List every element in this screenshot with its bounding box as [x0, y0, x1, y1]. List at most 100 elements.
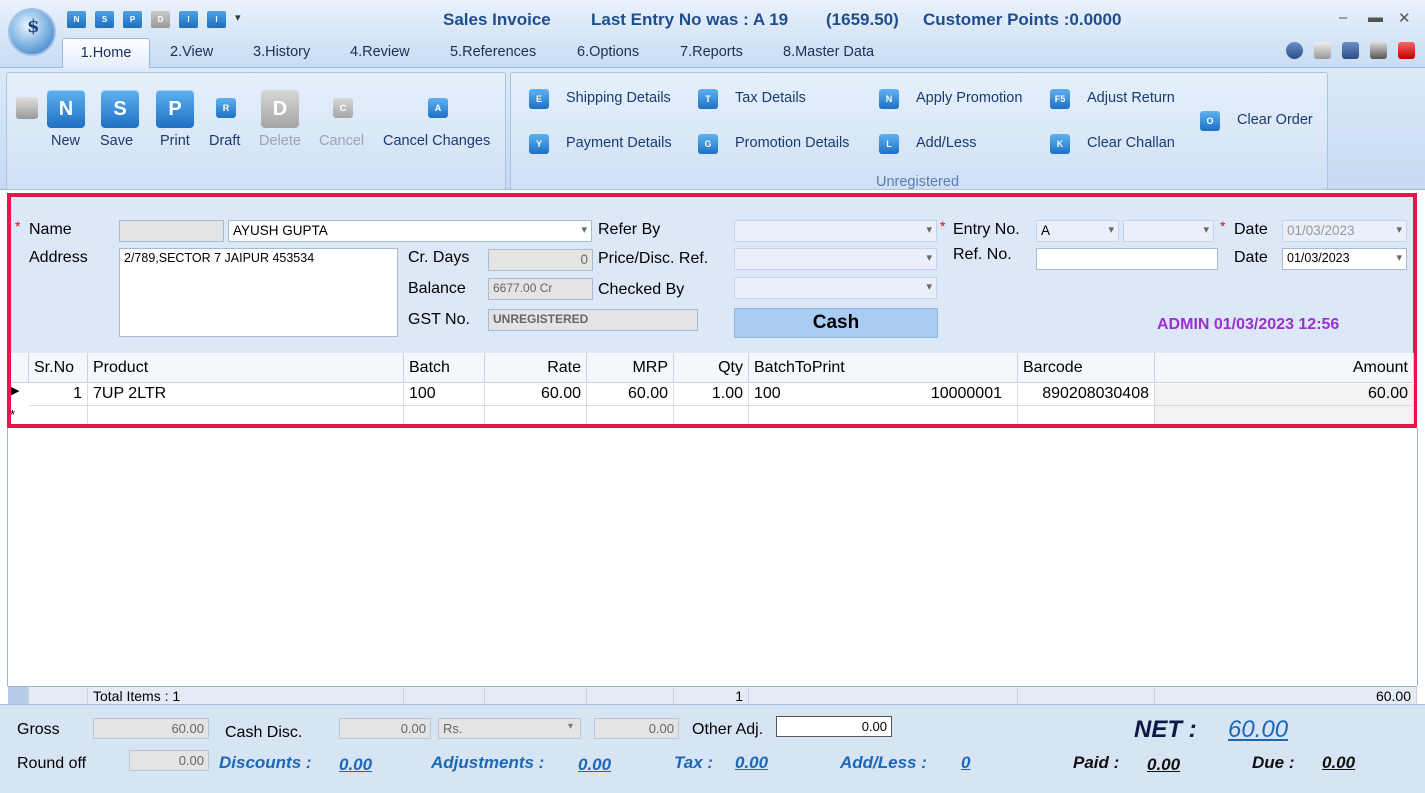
- tax-value[interactable]: 0.00: [735, 753, 768, 773]
- new-icon[interactable]: N: [47, 90, 85, 128]
- tab-history[interactable]: 3.History: [253, 44, 310, 60]
- add-less-label[interactable]: Add/Less :: [840, 753, 927, 773]
- cancel-changes-button[interactable]: Cancel Changes: [383, 133, 490, 149]
- new-row-cell[interactable]: [587, 405, 674, 424]
- tab-references[interactable]: 5.References: [450, 44, 536, 60]
- adjustments-label[interactable]: Adjustments :: [431, 753, 544, 773]
- print-icon[interactable]: P: [156, 90, 194, 128]
- address-field[interactable]: 2/789,SECTOR 7 JAIPUR 453534: [119, 248, 398, 337]
- shipping-details-button[interactable]: Shipping Details: [566, 90, 671, 106]
- draft-icon[interactable]: R: [216, 98, 236, 118]
- cell-srno[interactable]: 1: [29, 384, 88, 405]
- tax-label[interactable]: Tax :: [674, 753, 713, 773]
- cell-batch-to-print[interactable]: 100 10000001: [749, 384, 1018, 405]
- cash-disc-unit-dropdown[interactable]: Rs.: [438, 718, 581, 739]
- cell-rate[interactable]: 60.00: [485, 384, 587, 405]
- help-icon[interactable]: [1286, 42, 1303, 59]
- app-logo-icon[interactable]: $: [8, 8, 56, 56]
- maximize-icon[interactable]: ▬: [1368, 9, 1383, 26]
- info-icon[interactable]: [1342, 42, 1359, 59]
- clear-challan-button[interactable]: Clear Challan: [1087, 135, 1175, 151]
- other-adj-field[interactable]: 0.00: [776, 716, 892, 737]
- col-srno[interactable]: Sr.No: [29, 353, 88, 383]
- tax-details-button[interactable]: Tax Details: [735, 90, 806, 106]
- new-row-cell[interactable]: [485, 405, 587, 424]
- checked-by-dropdown[interactable]: [734, 277, 937, 299]
- apply-promotion-button[interactable]: Apply Promotion: [916, 90, 1022, 106]
- col-mrp[interactable]: MRP: [587, 353, 674, 383]
- discounts-label[interactable]: Discounts :: [219, 753, 312, 773]
- add-less-icon[interactable]: L: [879, 134, 899, 154]
- cell-qty[interactable]: 1.00: [674, 384, 749, 405]
- settings-icon[interactable]: [1314, 42, 1331, 59]
- new-row-cell[interactable]: [404, 405, 485, 424]
- quick-export-icon[interactable]: I: [207, 11, 226, 28]
- promotion-details-button[interactable]: Promotion Details: [735, 135, 849, 151]
- cr-days-field[interactable]: 0: [488, 249, 593, 271]
- discounts-value[interactable]: 0.00: [339, 755, 372, 775]
- quick-save-icon[interactable]: S: [95, 11, 114, 28]
- new-row-cell[interactable]: [1018, 405, 1155, 424]
- tab-reports[interactable]: 7.Reports: [680, 44, 743, 60]
- col-batch-to-print[interactable]: BatchToPrint: [749, 353, 1018, 383]
- cash-button[interactable]: Cash: [734, 308, 938, 338]
- col-product[interactable]: Product: [88, 353, 404, 383]
- tab-options[interactable]: 6.Options: [577, 44, 639, 60]
- draft-button[interactable]: Draft: [209, 133, 240, 149]
- tab-view[interactable]: 2.View: [170, 44, 213, 60]
- paid-value[interactable]: 0.00: [1147, 755, 1180, 775]
- payment-details-button[interactable]: Payment Details: [566, 135, 672, 151]
- cell-amount[interactable]: 60.00: [1155, 384, 1414, 405]
- name-code-field[interactable]: [119, 220, 224, 242]
- entry-prefix-dropdown[interactable]: A: [1036, 220, 1119, 242]
- tab-master-data[interactable]: 8.Master Data: [783, 44, 874, 60]
- cell-batch[interactable]: 100: [404, 384, 485, 405]
- close-icon[interactable]: ✕: [1398, 9, 1411, 27]
- add-less-value[interactable]: 0: [961, 753, 970, 773]
- cell-mrp[interactable]: 60.00: [587, 384, 674, 405]
- new-row-cell[interactable]: [88, 405, 404, 424]
- price-disc-dropdown[interactable]: [734, 248, 937, 270]
- cell-product[interactable]: 7UP 2LTR: [88, 384, 404, 405]
- ref-no-field[interactable]: [1036, 248, 1218, 270]
- calculator-icon[interactable]: [1370, 42, 1387, 59]
- quick-import-icon[interactable]: I: [179, 11, 198, 28]
- col-amount[interactable]: Amount: [1155, 353, 1414, 383]
- tab-home[interactable]: 1.Home: [62, 38, 150, 69]
- adjust-return-button[interactable]: Adjust Return: [1087, 90, 1175, 106]
- save-icon[interactable]: S: [101, 90, 139, 128]
- adjustments-value[interactable]: 0.00: [578, 755, 611, 775]
- adjust-return-icon[interactable]: F5: [1050, 89, 1070, 109]
- shipping-details-icon[interactable]: E: [529, 89, 549, 109]
- chevron-down-icon[interactable]: ▾: [568, 721, 573, 732]
- refer-by-dropdown[interactable]: [734, 220, 937, 242]
- quick-print-icon[interactable]: P: [123, 11, 142, 28]
- tab-review[interactable]: 4.Review: [350, 44, 410, 60]
- col-rate[interactable]: Rate: [485, 353, 587, 383]
- col-batch[interactable]: Batch: [404, 353, 485, 383]
- col-qty[interactable]: Qty: [674, 353, 749, 383]
- clear-challan-icon[interactable]: K: [1050, 134, 1070, 154]
- cell-barcode[interactable]: 890208030408: [1018, 384, 1155, 405]
- clear-order-icon[interactable]: O: [1200, 111, 1220, 131]
- exit-icon[interactable]: [1398, 42, 1415, 59]
- save-button[interactable]: Save: [100, 133, 133, 149]
- entry-no-dropdown[interactable]: [1123, 220, 1214, 242]
- quick-new-icon[interactable]: N: [67, 11, 86, 28]
- cash-disc-field[interactable]: 0.00: [339, 718, 431, 739]
- quick-access-dropdown-icon[interactable]: ▾: [235, 11, 241, 24]
- col-barcode[interactable]: Barcode: [1018, 353, 1155, 383]
- minimize-icon[interactable]: –: [1339, 9, 1347, 26]
- promotion-details-icon[interactable]: G: [698, 134, 718, 154]
- new-row-cell[interactable]: [29, 405, 88, 424]
- cancel-changes-icon[interactable]: A: [428, 98, 448, 118]
- add-less-button[interactable]: Add/Less: [916, 135, 976, 151]
- new-row-cell[interactable]: [1155, 405, 1414, 424]
- print-button[interactable]: Print: [160, 133, 190, 149]
- ref-date-field[interactable]: 01/03/2023: [1282, 248, 1407, 270]
- apply-promotion-icon[interactable]: N: [879, 89, 899, 109]
- name-field[interactable]: AYUSH GUPTA: [228, 220, 592, 242]
- clear-order-button[interactable]: Clear Order: [1237, 112, 1313, 128]
- payment-details-icon[interactable]: Y: [529, 134, 549, 154]
- new-row-cell[interactable]: [749, 405, 1018, 424]
